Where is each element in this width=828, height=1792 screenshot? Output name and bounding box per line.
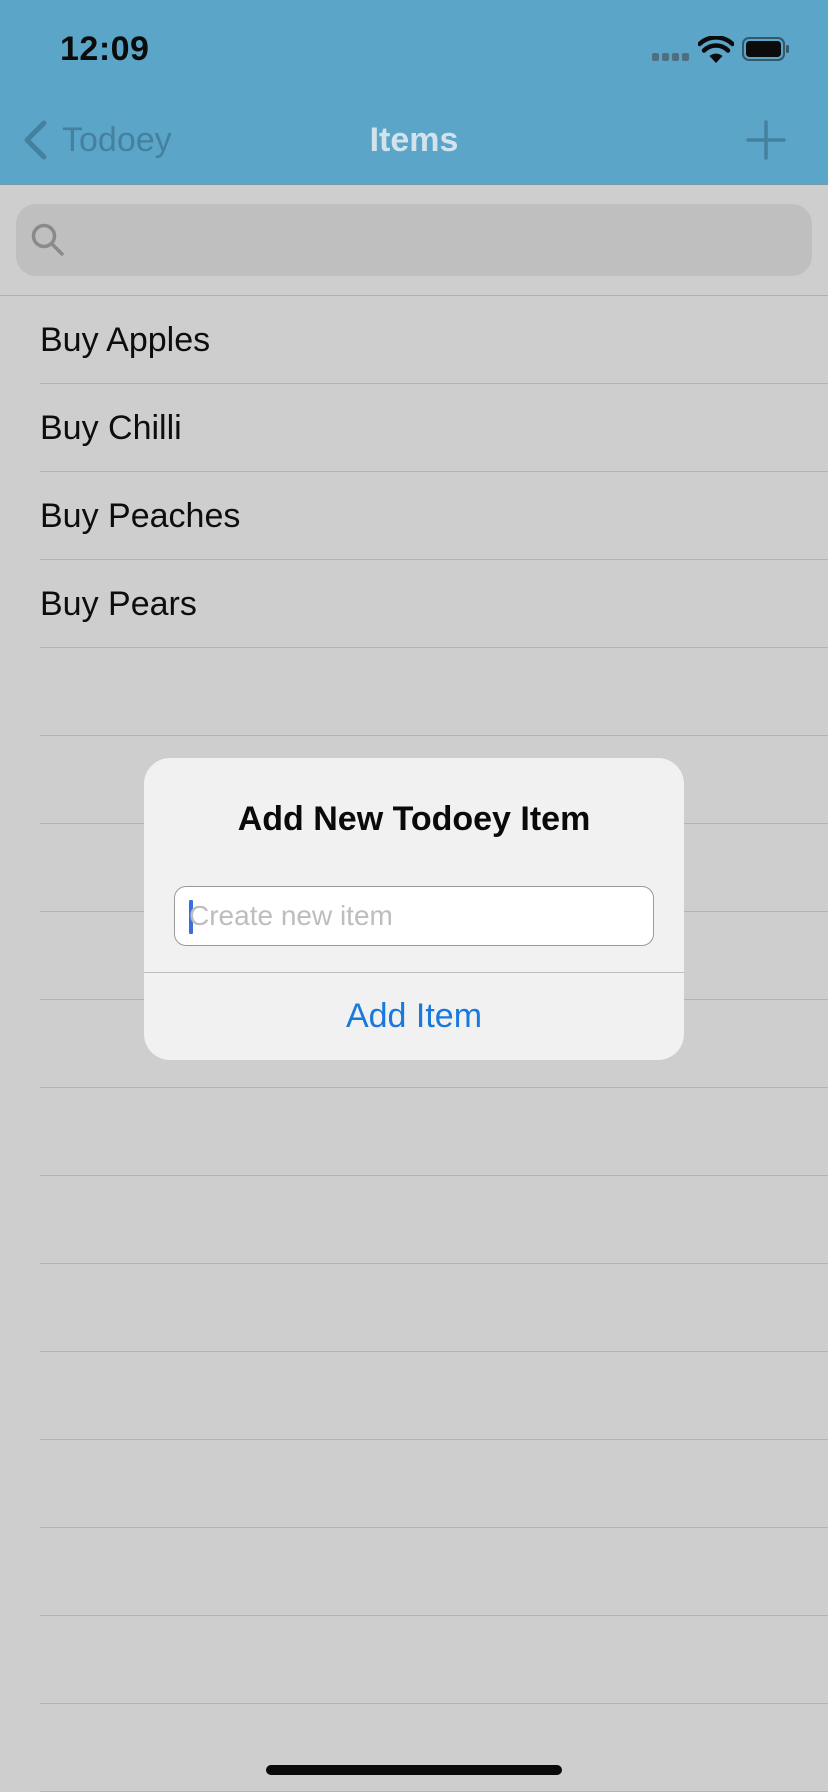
table-row[interactable] — [0, 1088, 828, 1176]
add-icon[interactable] — [744, 118, 788, 162]
alert-title: Add New Todoey Item — [237, 800, 591, 838]
row-label: Buy Chilli — [40, 409, 182, 447]
search-icon — [31, 223, 64, 256]
table-row[interactable] — [0, 1528, 828, 1616]
table-row[interactable]: Buy Chilli — [0, 384, 828, 472]
table-row[interactable] — [0, 1616, 828, 1704]
table-row[interactable] — [0, 1264, 828, 1352]
search-bar[interactable] — [16, 204, 812, 276]
row-label: Buy Peaches — [40, 497, 241, 535]
home-indicator[interactable] — [266, 1765, 562, 1775]
table-row[interactable]: Buy Apples — [0, 296, 828, 384]
cellular-signal-icon — [652, 53, 692, 61]
wifi-icon — [698, 36, 734, 63]
table-row[interactable] — [0, 648, 828, 736]
new-item-field-container[interactable] — [174, 886, 654, 946]
search-input[interactable] — [80, 204, 800, 276]
table-row[interactable] — [0, 1352, 828, 1440]
row-label: Buy Pears — [40, 585, 197, 623]
new-item-input[interactable] — [189, 887, 639, 945]
page-title: Items — [369, 121, 459, 159]
navigation-bar: 12:09 Todoey Items — [0, 0, 828, 185]
table-row[interactable] — [0, 1176, 828, 1264]
table-row[interactable]: Buy Peaches — [0, 472, 828, 560]
table-row[interactable] — [0, 1704, 828, 1792]
table-row[interactable] — [0, 1440, 828, 1528]
add-item-button[interactable]: Add Item — [144, 973, 684, 1060]
row-label: Buy Apples — [40, 321, 211, 359]
battery-icon — [742, 37, 789, 61]
table-row[interactable]: Buy Pears — [0, 560, 828, 648]
add-item-alert: Add New Todoey Item Add Item — [144, 758, 684, 1060]
status-time: 12:09 — [60, 30, 150, 68]
